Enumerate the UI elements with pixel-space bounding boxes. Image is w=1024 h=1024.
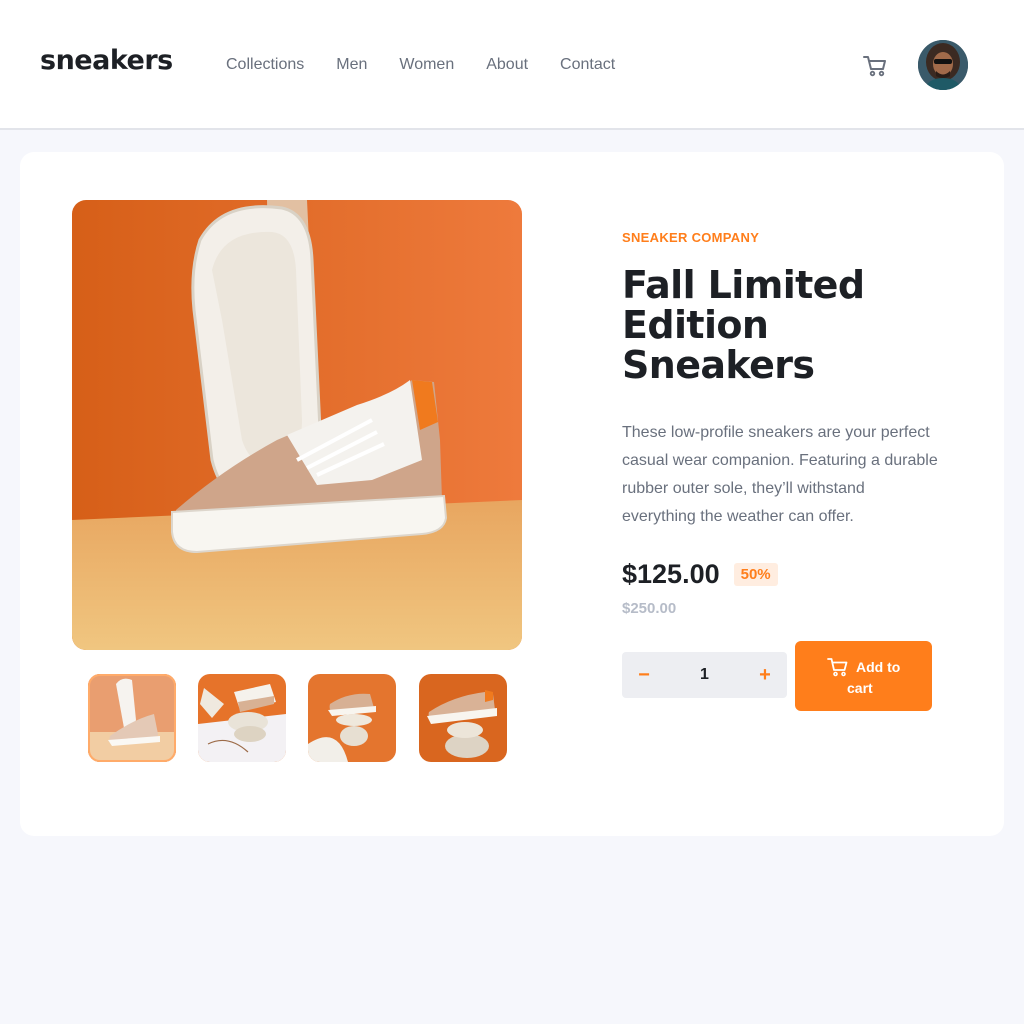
- product-title-line-2: Edition Sneakers: [622, 303, 815, 387]
- site-header: sneakers Collections Men Women About Con…: [0, 0, 1024, 130]
- user-avatar[interactable]: [918, 40, 968, 90]
- product-description: These low-profile sneakers are your perf…: [622, 424, 938, 525]
- thumbnail-3[interactable]: [308, 674, 396, 762]
- nav-collections[interactable]: Collections: [226, 56, 304, 74]
- quantity-value: 1: [700, 666, 709, 683]
- nav-contact[interactable]: Contact: [560, 56, 615, 74]
- company-label: SNEAKER COMPANY: [622, 230, 760, 245]
- add-to-cart-label-2: cart: [847, 680, 873, 696]
- original-price: $250.00: [622, 600, 677, 617]
- thumbnail-1[interactable]: [88, 674, 176, 762]
- product-title: Fall Limited Edition Sneakers: [622, 265, 952, 385]
- cart-icon: [827, 658, 848, 677]
- product-title-line-1: Fall Limited: [622, 263, 865, 307]
- product-card: SNEAKER COMPANY Fall Limited Edition Sne…: [20, 152, 1004, 836]
- add-to-cart-button[interactable]: Add to cart: [795, 641, 932, 711]
- minus-button[interactable]: −: [622, 652, 666, 698]
- nav-women[interactable]: Women: [399, 56, 454, 74]
- thumbnail-2[interactable]: [198, 674, 286, 762]
- nav-about[interactable]: About: [486, 56, 528, 74]
- add-to-cart-label-1: Add to: [856, 659, 901, 675]
- plus-button[interactable]: +: [743, 652, 787, 698]
- discount-badge: 50%: [733, 563, 778, 586]
- quantity-stepper: − 1 +: [622, 652, 787, 698]
- product-info: SNEAKER COMPANY Fall Limited Edition Sne…: [622, 230, 952, 617]
- current-price: $125.00: [622, 559, 720, 589]
- main-product-image[interactable]: [72, 200, 522, 650]
- nav-men[interactable]: Men: [336, 56, 367, 74]
- cart-icon[interactable]: [862, 53, 888, 79]
- main-nav: Collections Men Women About Contact: [226, 56, 647, 74]
- logo[interactable]: sneakers: [40, 45, 173, 76]
- thumbnail-strip: [88, 674, 508, 762]
- price-row: $125.00 50%: [622, 559, 952, 590]
- thumbnail-4[interactable]: [419, 674, 507, 762]
